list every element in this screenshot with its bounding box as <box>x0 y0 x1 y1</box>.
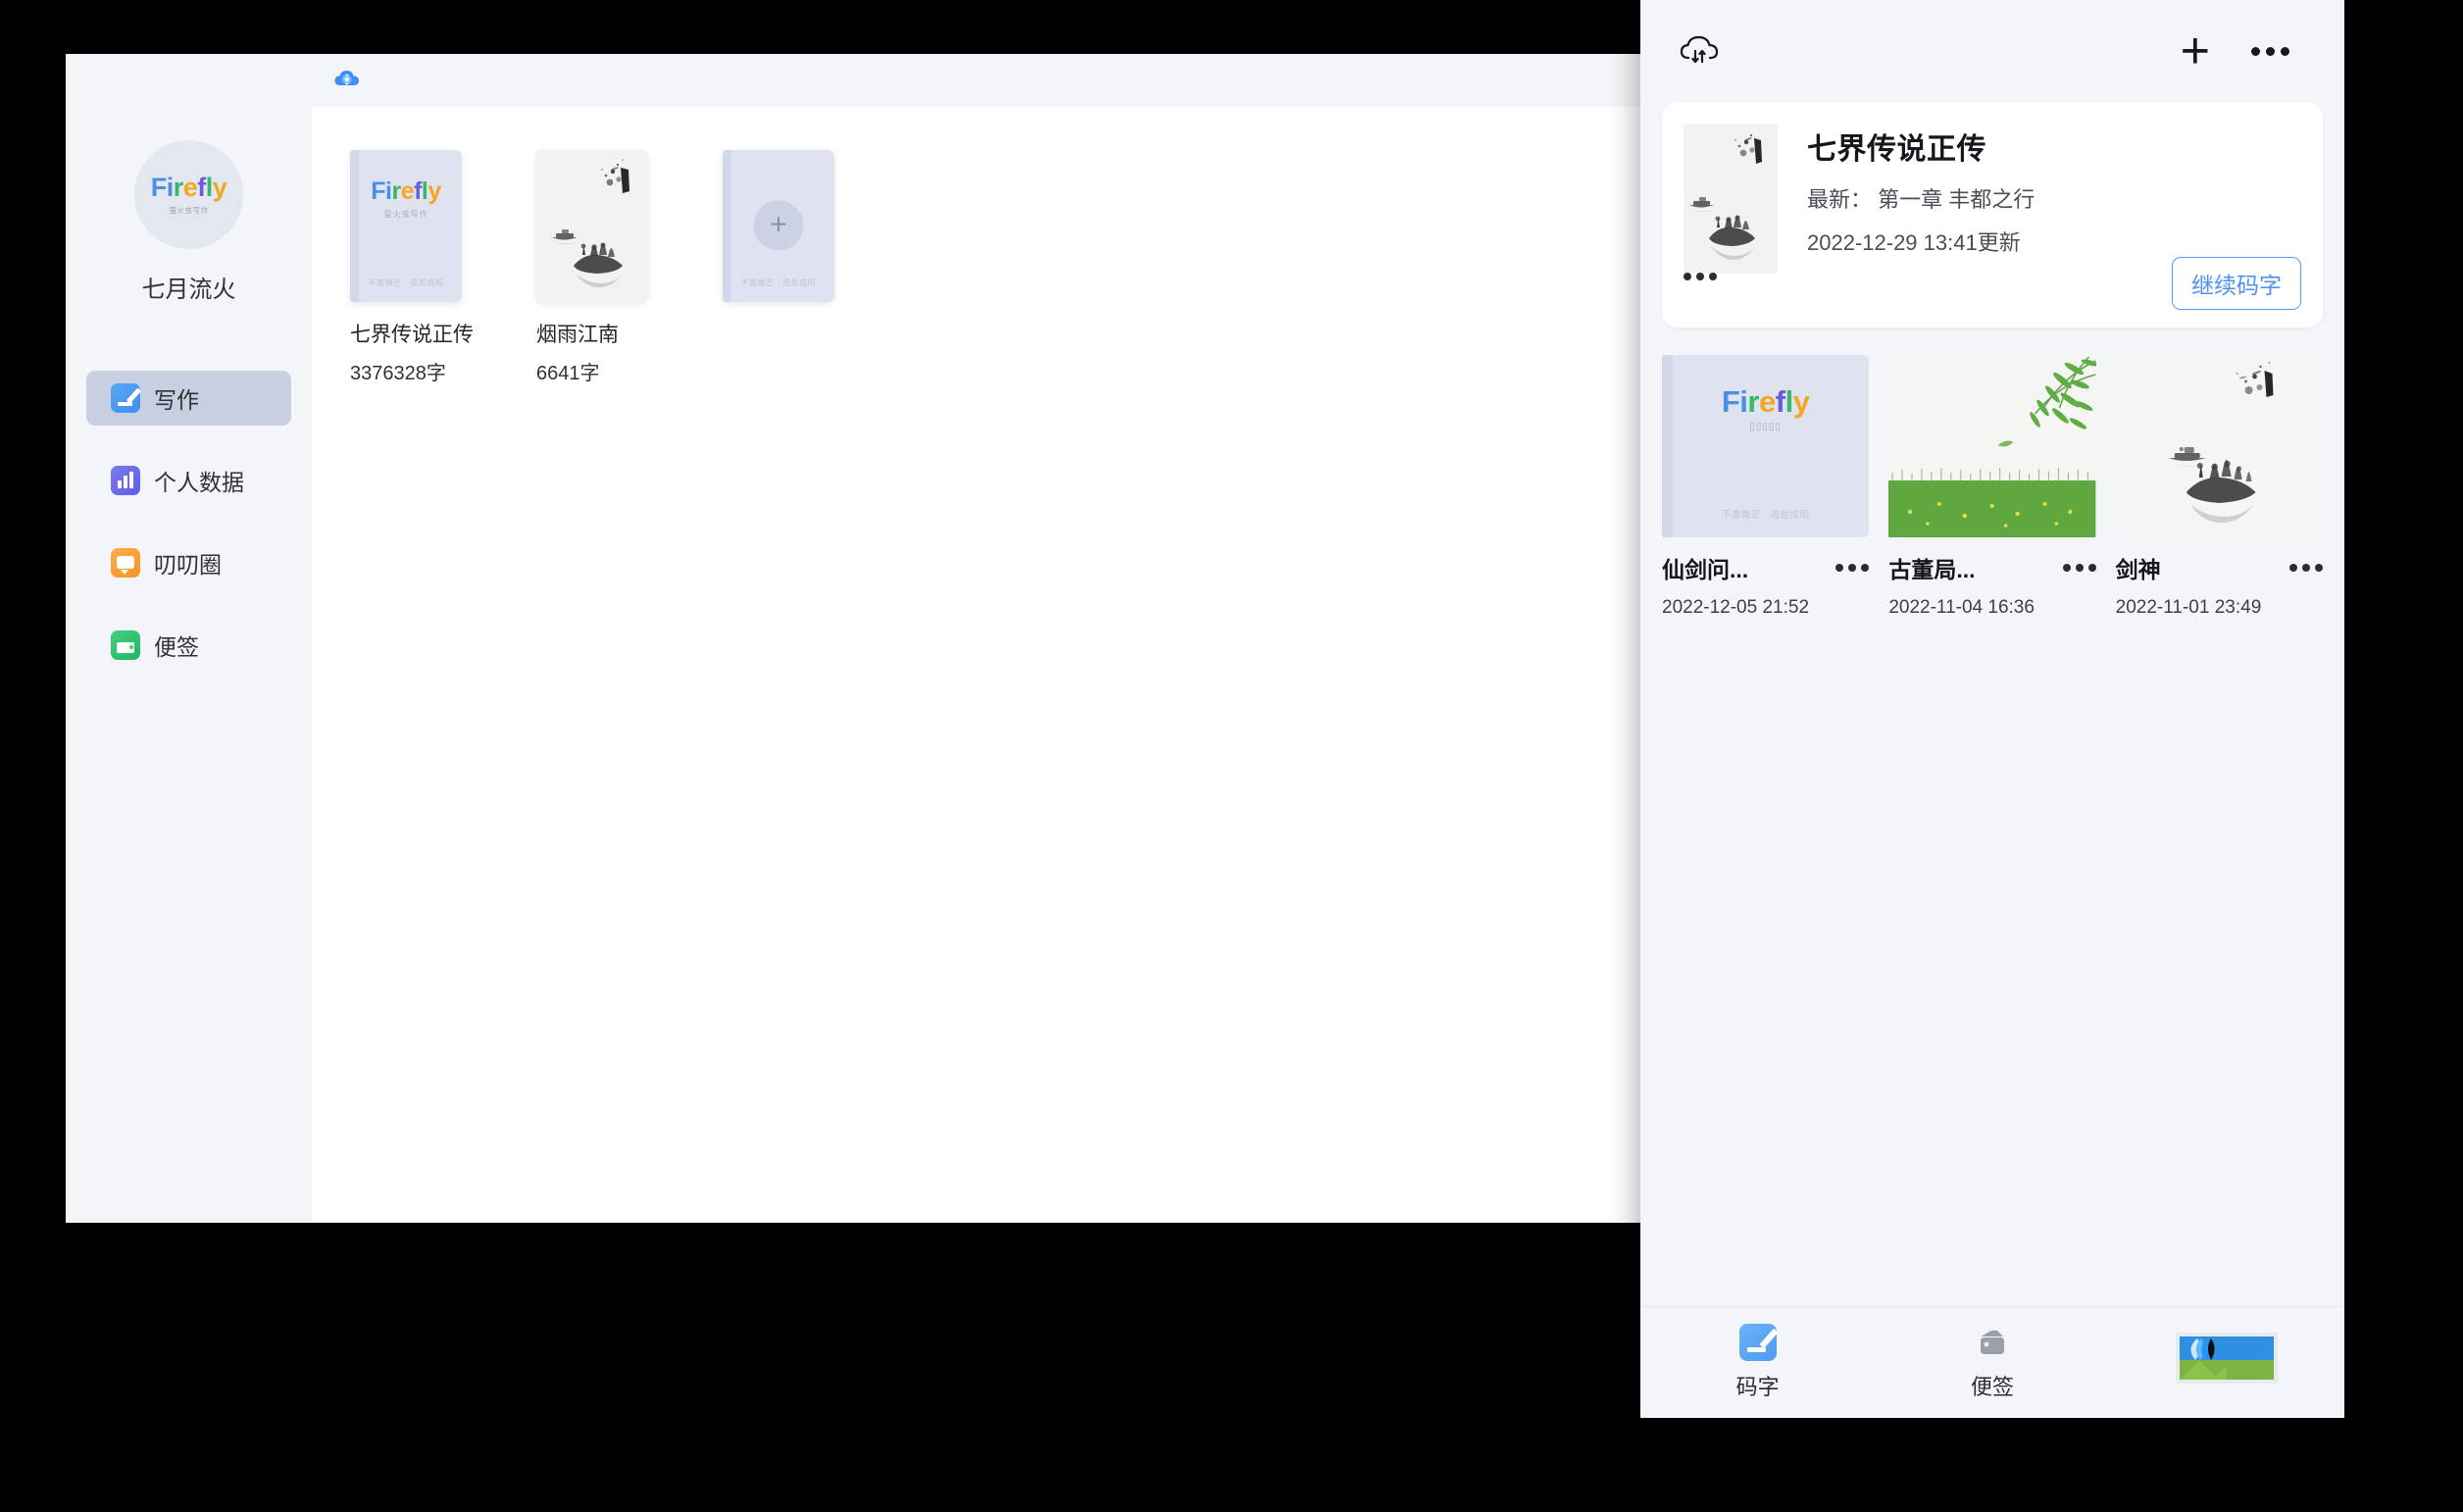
ink-landscape-art <box>1684 125 1778 274</box>
chat-icon <box>111 548 140 578</box>
sidebar-item-label: 写作 <box>154 387 199 413</box>
more-horizontal-icon[interactable] <box>2288 564 2323 572</box>
cloud-download-icon[interactable] <box>1678 29 1721 73</box>
more-horizontal-icon[interactable] <box>2251 46 2289 56</box>
book-card[interactable]: 烟雨江南 6641字 <box>536 150 678 385</box>
mobile-tab-bar: 码字 便签 <box>1640 1306 2344 1418</box>
sidebar: Firefly 萤火虫写作 七月流火 写作 个人数据 叨叨圈 便签 <box>66 54 312 1223</box>
cover-tagline: 不畲微芒 · 造炬成阳 <box>740 278 817 287</box>
mobile-book-cover-willow-grass[interactable] <box>1888 355 2096 537</box>
sidebar-item-label: 个人数据 <box>154 470 244 495</box>
mobile-book-time: 2022-11-01 23:49 <box>2115 597 2262 618</box>
firefly-logo-subtitle: ▯▯▯▯▯ <box>1749 422 1782 432</box>
ink-landscape-art <box>536 150 648 302</box>
tab-notes[interactable]: 便签 <box>1875 1324 2109 1401</box>
cover-tagline: 不畲微芒 · 造炬成阳 <box>368 278 444 287</box>
book-cover-firefly[interactable]: Firefly 萤火虫写作 不畲微芒 · 造炬成阳 <box>350 150 462 302</box>
mobile-app-panel: + 七界传说正传 最新： 第一章 丰都之行 2022-12-29 13:41更新… <box>1640 0 2344 1418</box>
mobile-book-card[interactable]: Firefly ▯▯▯▯▯ 不畲微芒 · 造炬成阳 仙剑问... 2022-12… <box>1662 355 1870 619</box>
sidebar-item-chat-circle[interactable]: 叨叨圈 <box>86 535 291 590</box>
book-shelf: Firefly 萤火虫写作 不畲微芒 · 造炬成阳 七界传说正传 3376328… <box>312 107 1641 1223</box>
tab-writing[interactable]: 码字 <box>1640 1324 1875 1401</box>
featured-card-actions: 继续码字 <box>1807 257 2301 310</box>
cloud-sync-icon[interactable] <box>328 62 366 99</box>
write-icon <box>111 383 140 413</box>
chart-icon <box>111 466 140 495</box>
mobile-book-cover-ink-landscape[interactable] <box>2115 355 2323 537</box>
featured-book-cover[interactable] <box>1684 125 1778 274</box>
image-thumb-icon <box>2176 1333 2279 1384</box>
mobile-book-title: 仙剑问... <box>1662 557 1749 582</box>
mobile-book-time: 2022-12-05 21:52 <box>1662 597 1810 618</box>
add-book-card[interactable]: 不畲微芒 · 造炬成阳 <box>723 150 864 385</box>
firefly-logo: Firefly <box>150 172 227 202</box>
book-card[interactable]: Firefly 萤火虫写作 不畲微芒 · 造炬成阳 七界传说正传 3376328… <box>350 150 491 385</box>
book-grid: Firefly 萤火虫写作 不畲微芒 · 造炬成阳 七界传说正传 3376328… <box>350 150 1641 385</box>
mobile-book-card[interactable]: 剑神 2022-11-01 23:49 <box>2115 355 2323 619</box>
sidebar-item-label: 叨叨圈 <box>154 552 222 578</box>
firefly-logo: Firefly <box>371 177 441 205</box>
firefly-logo-subtitle: 萤火虫写作 <box>169 205 209 215</box>
featured-book-info: 七界传说正传 最新： 第一章 丰都之行 2022-12-29 13:41更新 继… <box>1778 125 2301 310</box>
avatar-wrap: Firefly 萤火虫写作 <box>134 140 243 249</box>
mobile-book-header-row: 仙剑问... <box>1662 551 1870 584</box>
wallet-icon <box>1974 1324 2011 1361</box>
tab-label: 便签 <box>1970 1375 2014 1399</box>
sidebar-item-writing[interactable]: 写作 <box>86 371 291 426</box>
featured-book-title: 七界传说正传 <box>1807 133 1986 166</box>
desktop-app-window: Firefly 萤火虫写作 七月流火 写作 个人数据 叨叨圈 便签 Firefl… <box>66 54 1641 1223</box>
mobile-header: + <box>1640 0 2344 102</box>
write-icon <box>1738 1324 1777 1361</box>
ink-landscape-art <box>2115 355 2323 537</box>
mobile-book-card[interactable]: 古董局... 2022-11-04 16:36 <box>1888 355 2096 619</box>
more-horizontal-icon[interactable] <box>1835 564 1870 572</box>
screen: Firefly 萤火虫写作 七月流火 写作 个人数据 叨叨圈 便签 Firefl… <box>0 0 2463 1512</box>
mobile-content-spacer <box>1640 619 2344 1306</box>
username: 七月流火 <box>141 277 236 303</box>
book-title: 烟雨江南 <box>536 324 619 346</box>
mobile-book-cover-firefly[interactable]: Firefly ▯▯▯▯▯ 不畲微芒 · 造炬成阳 <box>1662 355 1870 537</box>
book-title: 七界传说正传 <box>350 324 474 346</box>
mobile-book-header-row: 古董局... <box>1888 551 2096 584</box>
tab-label: 码字 <box>1735 1375 1780 1399</box>
avatar[interactable]: Firefly 萤火虫写作 <box>134 140 243 249</box>
tab-image-thumb[interactable] <box>2110 1333 2344 1392</box>
sidebar-nav: 写作 个人数据 叨叨圈 便签 <box>66 371 312 700</box>
book-word-count: 3376328字 <box>350 363 446 384</box>
book-word-count: 6641字 <box>536 363 600 384</box>
willow-grass-art <box>1888 355 2096 537</box>
mobile-book-header-row: 剑神 <box>2116 551 2323 584</box>
mobile-book-time: 2022-11-04 16:36 <box>1888 597 2035 618</box>
mobile-book-title: 古董局... <box>1888 557 1976 582</box>
sidebar-item-label: 便签 <box>154 634 199 660</box>
firefly-logo: Firefly <box>1721 384 1810 419</box>
featured-more-icon[interactable] <box>1684 273 1717 280</box>
content-area: Firefly 萤火虫写作 不畲微芒 · 造炬成阳 七界传说正传 3376328… <box>312 54 1641 1223</box>
plus-icon[interactable]: + <box>2181 25 2210 76</box>
more-horizontal-icon[interactable] <box>2062 564 2096 572</box>
continue-writing-button[interactable]: 继续码字 <box>2172 257 2301 310</box>
add-book-cover[interactable]: 不畲微芒 · 造炬成阳 <box>723 150 834 302</box>
featured-book-updated-time: 2022-12-29 13:41更新 <box>1807 230 2021 255</box>
cover-tagline: 不畲微芒 · 造炬成阳 <box>1721 510 1810 521</box>
book-cover-ink-landscape[interactable] <box>536 150 648 302</box>
sidebar-item-personal-data[interactable]: 个人数据 <box>86 453 291 508</box>
featured-book-latest-chapter: 最新： 第一章 丰都之行 <box>1807 187 2036 212</box>
mobile-book-title: 剑神 <box>2115 557 2161 582</box>
firefly-logo-subtitle: 萤火虫写作 <box>383 210 428 219</box>
mobile-book-grid: Firefly ▯▯▯▯▯ 不畲微芒 · 造炬成阳 仙剑问... 2022-12… <box>1640 355 2344 619</box>
content-toolbar <box>312 54 1641 107</box>
featured-book-card[interactable]: 七界传说正传 最新： 第一章 丰都之行 2022-12-29 13:41更新 继… <box>1662 102 2323 328</box>
wallet-icon <box>111 630 140 660</box>
sidebar-item-notes[interactable]: 便签 <box>86 618 291 673</box>
